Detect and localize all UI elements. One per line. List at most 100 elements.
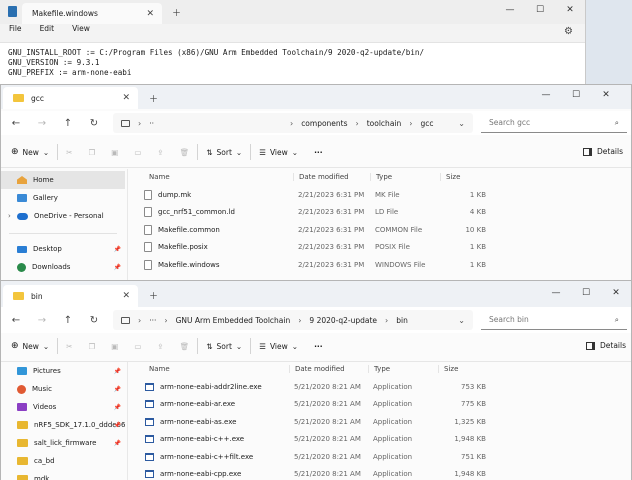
pin-icon[interactable]: 📌	[114, 368, 121, 375]
bin-address-bar[interactable]: › ··· › GNU Arm Embedded Toolchain › 9 2…	[113, 310, 473, 330]
notepad-tab[interactable]: Makefile.windows ✕	[22, 3, 162, 24]
gcc-search-box[interactable]: Search gcc ⌕	[481, 113, 627, 133]
table-row[interactable]: Makefile.posix 2/21/2023 6:31 PM POSIX F…	[141, 239, 486, 257]
more-options-button[interactable]: ···	[306, 148, 331, 157]
breadcrumb-version[interactable]: 9 2020-q2-update	[309, 316, 377, 325]
pin-icon[interactable]: 📌	[114, 404, 121, 411]
new-tab-icon[interactable]: ＋	[149, 289, 158, 302]
sidebar-item-downloads[interactable]: Downloads 📌	[1, 258, 125, 276]
gcc-address-bar[interactable]: › ·· › components › toolchain › gcc ⌄	[113, 113, 473, 133]
view-button[interactable]: ☰ View ⌄	[251, 148, 306, 157]
breadcrumb-gcc[interactable]: gcc	[420, 119, 433, 128]
minimize-icon[interactable]: —	[541, 283, 571, 303]
pin-icon[interactable]: 📌	[114, 264, 121, 271]
sort-button[interactable]: ⇅ Sort ⌄	[198, 148, 250, 157]
sidebar-item-mdk[interactable]: mdk	[1, 470, 125, 480]
column-header-type[interactable]: Type	[368, 365, 438, 373]
refresh-icon[interactable]: ↻	[81, 315, 107, 326]
chevron-down-icon[interactable]: ⌄	[458, 119, 465, 128]
new-tab-icon[interactable]: ＋	[149, 92, 158, 105]
minimize-icon[interactable]: —	[531, 85, 561, 105]
column-header-name[interactable]: Name	[141, 365, 289, 373]
column-header-date[interactable]: Date modified	[293, 173, 370, 181]
breadcrumb-toolchain[interactable]: GNU Arm Embedded Toolchain	[176, 316, 291, 325]
sidebar-item-nrf5-sdk[interactable]: nRF5_SDK_17.1.0_ddde560 📌	[1, 416, 125, 434]
more-options-button[interactable]: ···	[306, 342, 331, 351]
column-header-size[interactable]: Size	[440, 173, 486, 181]
column-header-size[interactable]: Size	[438, 365, 486, 373]
back-arrow-icon[interactable]: ←	[3, 315, 29, 326]
copy-icon[interactable]: ❐	[81, 148, 104, 157]
share-icon[interactable]: ⇪	[149, 148, 171, 157]
table-row[interactable]: arm-none-eabi-c++.exe 5/21/2020 8:21 AM …	[141, 431, 486, 449]
details-button[interactable]: Details	[583, 147, 623, 156]
close-tab-icon[interactable]: ✕	[146, 9, 154, 19]
pane-splitter[interactable]	[127, 169, 128, 281]
sidebar-item-gallery[interactable]: Gallery	[1, 189, 125, 207]
sidebar-item-home[interactable]: Home	[1, 171, 125, 189]
breadcrumb-toolchain[interactable]: toolchain	[367, 119, 402, 128]
sidebar-item-pictures[interactable]: Pictures 📌	[1, 362, 125, 380]
breadcrumb-bin[interactable]: bin	[396, 316, 408, 325]
cut-icon[interactable]: ✂	[58, 342, 80, 351]
table-row[interactable]: arm-none-eabi-ar.exe 5/21/2020 8:21 AM A…	[141, 396, 486, 414]
minimize-icon[interactable]: —	[495, 0, 525, 20]
notepad-text[interactable]: GNU_INSTALL_ROOT := C:/Program Files (x8…	[8, 48, 424, 78]
chevron-right-icon[interactable]: ›	[8, 212, 11, 220]
details-button[interactable]: Details	[586, 341, 626, 350]
bin-search-box[interactable]: Search bin ⌕	[481, 310, 627, 330]
table-row[interactable]: arm-none-eabi-cpp.exe 5/21/2020 8:21 AM …	[141, 466, 486, 480]
close-icon[interactable]: ✕	[555, 0, 585, 20]
new-button[interactable]: ⊕ New ⌄	[1, 341, 57, 351]
column-header-date[interactable]: Date modified	[289, 365, 368, 373]
sidebar-item-ca-bd[interactable]: ca_bd	[1, 452, 125, 470]
close-icon[interactable]: ✕	[591, 85, 621, 105]
chevron-down-icon[interactable]: ⌄	[458, 316, 465, 325]
refresh-icon[interactable]: ↻	[81, 118, 107, 129]
sidebar-item-salt-lick-firmware[interactable]: salt_lick_firmware 📌	[1, 434, 125, 452]
delete-icon[interactable]: 🗑	[172, 148, 198, 157]
sidebar-item-videos[interactable]: Videos 📌	[1, 398, 125, 416]
pin-icon[interactable]: 📌	[114, 246, 121, 253]
close-icon[interactable]: ✕	[601, 283, 631, 303]
copy-icon[interactable]: ❐	[81, 342, 104, 351]
new-tab-icon[interactable]: ＋	[172, 6, 181, 19]
maximize-icon[interactable]: ☐	[561, 85, 591, 105]
bin-tab[interactable]: bin ✕	[3, 285, 138, 307]
column-header-name[interactable]: Name	[141, 173, 293, 181]
close-tab-icon[interactable]: ✕	[122, 291, 130, 301]
menu-file[interactable]: File	[9, 24, 22, 33]
forward-arrow-icon[interactable]: →	[29, 315, 55, 326]
up-arrow-icon[interactable]: ↑	[55, 315, 81, 326]
delete-icon[interactable]: 🗑	[172, 342, 198, 351]
new-button[interactable]: ⊕ New ⌄	[1, 147, 57, 157]
sidebar-item-music[interactable]: Music 📌	[1, 380, 125, 398]
breadcrumb-overflow[interactable]: ··	[149, 119, 154, 128]
paste-icon[interactable]: ▣	[103, 148, 126, 157]
sort-button[interactable]: ⇅ Sort ⌄	[198, 342, 250, 351]
table-row[interactable]: arm-none-eabi-as.exe 5/21/2020 8:21 AM A…	[141, 413, 486, 431]
table-row[interactable]: Makefile.windows 2/21/2023 6:31 PM WINDO…	[141, 256, 486, 274]
close-tab-icon[interactable]: ✕	[122, 93, 130, 103]
sidebar-item-desktop[interactable]: Desktop 📌	[1, 240, 125, 258]
menu-edit[interactable]: Edit	[40, 24, 55, 33]
up-arrow-icon[interactable]: ↑	[55, 118, 81, 129]
breadcrumb-components[interactable]: components	[301, 119, 347, 128]
view-button[interactable]: ☰ View ⌄	[251, 342, 306, 351]
share-icon[interactable]: ⇪	[149, 342, 171, 351]
table-row[interactable]: arm-none-eabi-addr2line.exe 5/21/2020 8:…	[141, 378, 486, 396]
settings-gear-icon[interactable]: ⚙	[564, 26, 573, 37]
menu-view[interactable]: View	[72, 24, 90, 33]
gcc-tab[interactable]: gcc ✕	[3, 87, 138, 109]
maximize-icon[interactable]: ☐	[571, 283, 601, 303]
table-row[interactable]: dump.mk 2/21/2023 6:31 PM MK File 1 KB	[141, 186, 486, 204]
back-arrow-icon[interactable]: ←	[3, 118, 29, 129]
table-row[interactable]: arm-none-eabi-c++filt.exe 5/21/2020 8:21…	[141, 448, 486, 466]
rename-icon[interactable]: ▭	[126, 342, 149, 351]
breadcrumb-overflow[interactable]: ···	[149, 316, 156, 325]
table-row[interactable]: gcc_nrf51_common.ld 2/21/2023 6:31 PM LD…	[141, 204, 486, 222]
pin-icon[interactable]: 📌	[114, 386, 121, 393]
sidebar-item-onedrive[interactable]: › OneDrive - Personal	[1, 207, 125, 225]
pin-icon[interactable]: 📌	[114, 440, 121, 447]
column-header-type[interactable]: Type	[370, 173, 440, 181]
